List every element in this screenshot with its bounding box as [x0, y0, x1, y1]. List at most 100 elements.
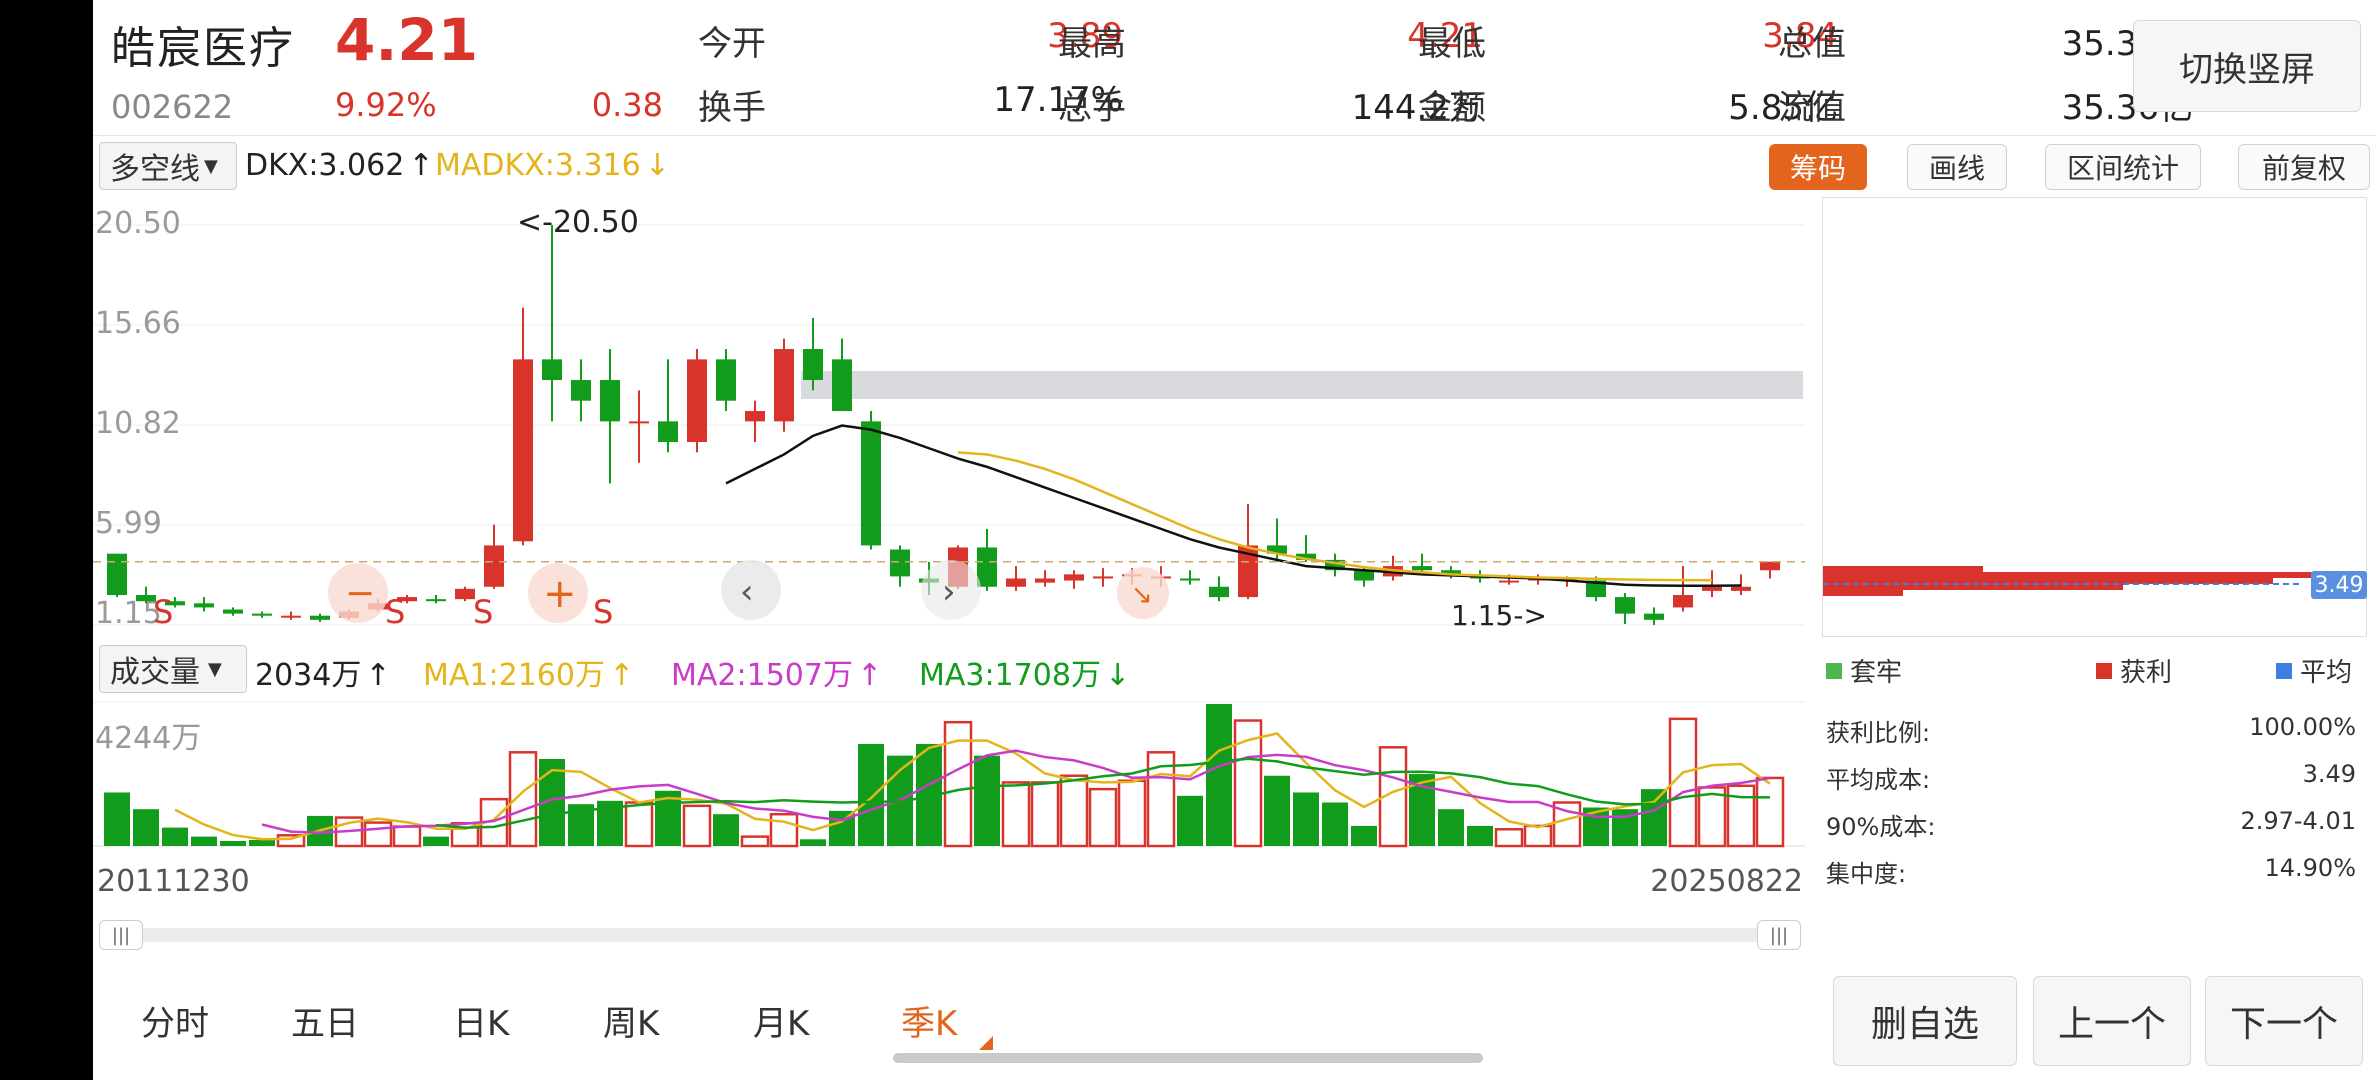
- volume-bar: [1755, 776, 1785, 848]
- volume-bar: [713, 814, 739, 846]
- volume-indicator-select[interactable]: 成交量 ▼: [99, 645, 247, 693]
- candle-body: [1702, 586, 1722, 591]
- candle-body: [1499, 580, 1519, 583]
- indicator-select-label: 多空线: [110, 152, 200, 187]
- volume-bar: [1059, 774, 1089, 848]
- tab-weekly-k[interactable]: 周K: [603, 996, 659, 1045]
- turnover-label: 换手: [698, 88, 766, 128]
- sell-signal: S: [473, 593, 493, 631]
- avg-cost-value: 3.49: [2302, 760, 2356, 788]
- arrow-up-icon: ↑: [856, 658, 883, 693]
- cost-90-label: 90%成本:: [1826, 813, 1936, 841]
- indicator-select[interactable]: 多空线 ▼: [99, 142, 237, 190]
- candle-body: [1760, 561, 1780, 571]
- volume-bar: [858, 743, 884, 846]
- delete-watchlist-button[interactable]: 删自选: [1833, 976, 2017, 1066]
- volume-bar: [1030, 781, 1060, 848]
- volume-bar: [392, 825, 422, 848]
- volume-indicator-label: 成交量: [110, 655, 200, 690]
- candle-body: [1673, 595, 1693, 608]
- draw-line-button[interactable]: 画线: [1907, 144, 2007, 190]
- range-stats-button[interactable]: 区间统计: [2045, 144, 2201, 190]
- volume-bar: [423, 836, 449, 846]
- volume-bar: [682, 804, 712, 848]
- candle-body: [1035, 578, 1055, 583]
- volume-bar: [1088, 787, 1118, 848]
- range-right-handle[interactable]: |||: [1757, 920, 1801, 950]
- ma2-label: MA2:1507万: [671, 658, 853, 693]
- legend-avg-label: 平均: [2300, 658, 2353, 688]
- volume-bar: [1438, 809, 1464, 846]
- price-tick-label: 5.99: [95, 506, 162, 541]
- candle-body: [1064, 574, 1084, 581]
- arrow-up-icon: ↑: [608, 658, 635, 693]
- price-tick-label: 1.15: [95, 596, 162, 631]
- tab-five-day[interactable]: 五日: [291, 996, 359, 1045]
- volume-bar: [1322, 802, 1348, 846]
- x-axis-end-date: 20250822: [1650, 864, 1803, 899]
- candle-body: [745, 411, 765, 422]
- volume-bar: [1117, 779, 1147, 848]
- candle-body: [310, 615, 330, 620]
- arrow-up-icon: ↑: [365, 658, 391, 693]
- tab-monthly-k[interactable]: 月K: [753, 996, 809, 1045]
- candle-body: [658, 421, 678, 443]
- tab-intraday[interactable]: 分时: [141, 996, 209, 1045]
- chips-button[interactable]: 筹码: [1769, 144, 1867, 190]
- tab-quarterly-k[interactable]: 季K: [901, 996, 957, 1045]
- volume-bar: [1264, 775, 1290, 846]
- volume-bar: [800, 839, 826, 846]
- candle-body: [455, 588, 475, 600]
- next-stock-button[interactable]: 下一个: [2205, 976, 2363, 1066]
- float-label: 流值: [1778, 88, 1846, 128]
- price-tick-label: 20.50: [95, 206, 181, 241]
- dkx-value: DKX:3.062 ↑: [245, 148, 433, 183]
- candle-body: [774, 349, 794, 422]
- kline-chart[interactable]: 20.50 15.66 10.82 5.99 1.15 <-20.50 1.15-> S…: [93, 195, 1805, 640]
- candle-body: [1209, 586, 1229, 598]
- sell-signal: S: [385, 593, 405, 631]
- arrow-down-icon: ↓: [1104, 658, 1131, 693]
- candle-body: [1006, 578, 1026, 587]
- volume-bar: [1206, 704, 1232, 846]
- switch-portrait-button[interactable]: 切换竖屏: [2133, 20, 2361, 112]
- chevron-right-icon: ›: [942, 572, 956, 612]
- legend-trapped: 套牢: [1826, 652, 1902, 689]
- price-tick-label: 10.82: [95, 406, 181, 441]
- legend-profit-label: 获利: [2120, 658, 2173, 688]
- candle-body: [281, 615, 301, 618]
- sell-signal: S: [593, 593, 613, 631]
- change-amt: 0.38: [591, 86, 663, 124]
- concentration-label: 集中度:: [1826, 860, 1907, 888]
- volume-bar: [624, 801, 654, 848]
- low-annotation: 1.15->: [1451, 599, 1547, 632]
- candle-body: [1731, 586, 1751, 591]
- candle-body: [1615, 597, 1635, 614]
- candle-body: [484, 545, 504, 587]
- candle-body: [542, 359, 562, 381]
- ma3-label: MA3:1708万: [919, 658, 1101, 693]
- candle-body: [1412, 566, 1432, 571]
- range-scrollbar-track[interactable]: [99, 928, 1801, 942]
- candle-body: [426, 599, 446, 602]
- range-left-handle[interactable]: |||: [99, 920, 143, 950]
- candle-body: [223, 609, 243, 614]
- candle-body: [1093, 576, 1113, 579]
- gesture-bar[interactable]: [893, 1053, 1483, 1063]
- amount-label: 金额: [1418, 88, 1486, 128]
- chips-bar: [1823, 590, 1903, 596]
- volume-chart[interactable]: 4244万: [93, 700, 1805, 850]
- volume-bar: [191, 836, 217, 846]
- chips-histogram: [1823, 566, 2343, 596]
- volume-current: 2034万 ↑: [255, 650, 391, 694]
- volume-bar: [769, 812, 799, 848]
- tab-daily-k[interactable]: 日K: [453, 996, 509, 1045]
- chips-bar: [1823, 572, 2343, 578]
- avg-cost-label: 平均成本:: [1826, 766, 1931, 794]
- previous-stock-button[interactable]: 上一个: [2033, 976, 2191, 1066]
- volume-label: 总手: [1058, 88, 1126, 128]
- adjust-button[interactable]: 前复权: [2238, 144, 2370, 190]
- candle-body: [716, 359, 736, 401]
- ma1-label: MA1:2160万: [423, 658, 605, 693]
- plus-signal: +: [543, 571, 577, 617]
